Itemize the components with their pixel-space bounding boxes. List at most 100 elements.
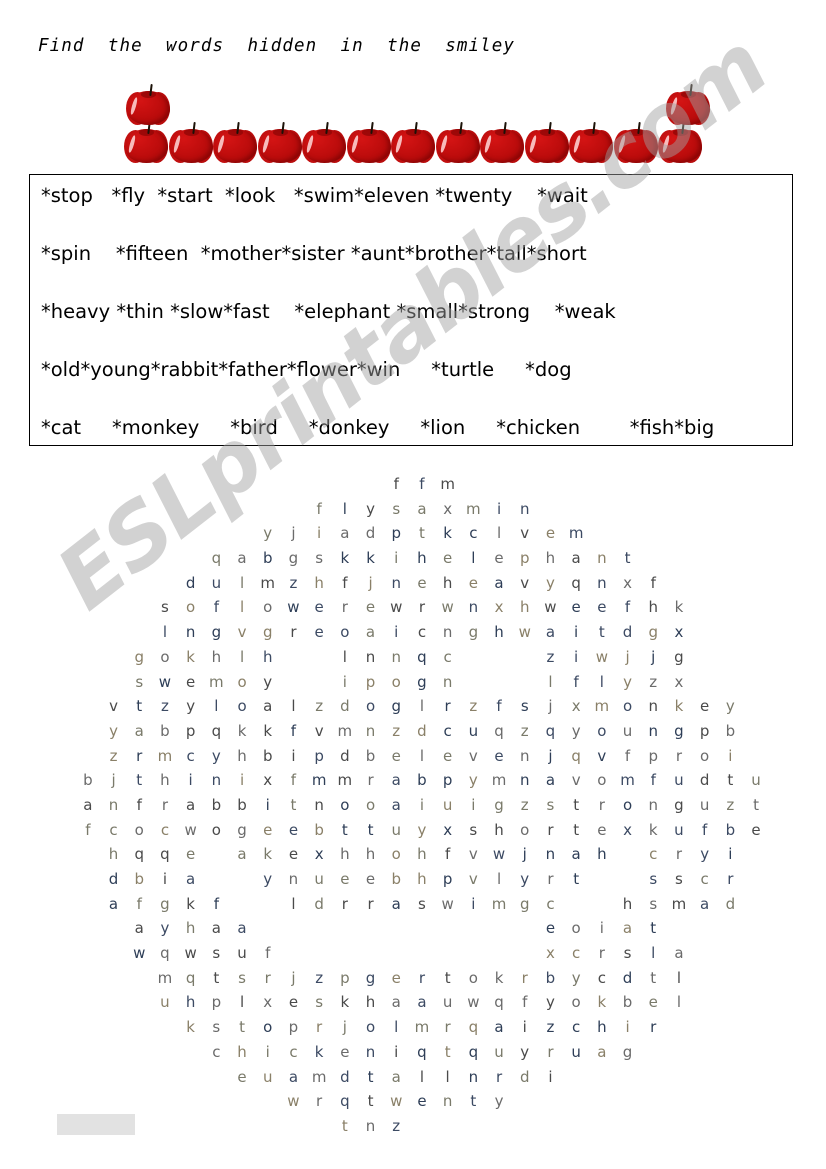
grid-letter: j bbox=[548, 746, 553, 765]
grid-row: hqqeakexhhohfvwjnahcryi bbox=[0, 844, 826, 869]
grid-letter: a bbox=[391, 771, 401, 790]
grid-letter: i bbox=[625, 1018, 630, 1037]
grid-letter: l bbox=[291, 697, 296, 716]
grid-letter: n bbox=[519, 771, 530, 790]
grid-letter: t bbox=[650, 919, 657, 938]
grid-row: wqwsufxcrsla bbox=[0, 943, 826, 968]
grid-letter: q bbox=[417, 1042, 427, 1061]
apple-icon bbox=[257, 121, 304, 164]
grid-letter: a bbox=[571, 845, 581, 864]
grid-letter: d bbox=[699, 771, 710, 790]
grid-letter: e bbox=[340, 1042, 350, 1061]
grid-letter: g bbox=[519, 894, 530, 913]
grid-letter: o bbox=[520, 820, 530, 839]
grid-letter: k bbox=[314, 1042, 324, 1061]
grid-letter: f bbox=[290, 721, 297, 740]
grid-letter: h bbox=[108, 845, 119, 864]
grid-letter: q bbox=[340, 1092, 350, 1111]
grid-letter: n bbox=[597, 549, 607, 568]
grid-letter: t bbox=[367, 820, 374, 839]
grid-row: uhplxeskhaauwqfyokbel bbox=[0, 992, 826, 1017]
grid-letter: o bbox=[365, 1018, 376, 1037]
grid-letter: z bbox=[392, 721, 401, 740]
grid-letter: f bbox=[136, 795, 142, 814]
grid-letter: f bbox=[702, 820, 708, 839]
grid-letter: a bbox=[674, 944, 684, 963]
grid-letter: k bbox=[237, 721, 247, 740]
grid-letter: l bbox=[419, 697, 425, 716]
grid-letter: d bbox=[417, 721, 427, 740]
grid-letter: i bbox=[239, 771, 245, 790]
grid-letter: e bbox=[494, 746, 504, 765]
grid-letter: y bbox=[366, 499, 375, 518]
grid-letter: f bbox=[290, 771, 297, 790]
grid-letter: m bbox=[466, 499, 481, 518]
grid-letter: e bbox=[545, 919, 556, 938]
grid-letter: r bbox=[598, 944, 605, 963]
grid-letter: v bbox=[468, 845, 478, 864]
grid-letter: w bbox=[133, 944, 146, 963]
grid-letter: i bbox=[471, 795, 476, 814]
grid-letter: o bbox=[340, 795, 350, 814]
grid-letter: r bbox=[521, 968, 528, 987]
grid-letter: f bbox=[213, 894, 219, 913]
grid-letter: w bbox=[184, 944, 197, 963]
grid-letter: m bbox=[157, 968, 173, 987]
grid-letter: r bbox=[547, 870, 554, 888]
grid-letter: g bbox=[262, 623, 273, 642]
grid-letter: f bbox=[213, 598, 219, 617]
grid-letter: t bbox=[727, 771, 734, 790]
grid-letter: h bbox=[442, 573, 453, 592]
grid-letter: t bbox=[136, 771, 143, 790]
grid-letter: y bbox=[160, 919, 170, 938]
grid-letter: k bbox=[340, 549, 350, 568]
grid-letter: i bbox=[394, 623, 399, 642]
apple-icon bbox=[213, 121, 259, 164]
grid-letter: n bbox=[288, 870, 299, 888]
grid-letter: o bbox=[365, 795, 376, 814]
grid-letter: b bbox=[725, 721, 736, 740]
grid-letter: k bbox=[674, 697, 684, 716]
grid-letter: c bbox=[700, 870, 709, 888]
word-list-line: *cat *monkey *bird *donkey *lion *chicke… bbox=[41, 416, 715, 439]
grid-letter: d bbox=[519, 1067, 530, 1086]
grid-letter: f bbox=[624, 746, 631, 765]
grid-letter: e bbox=[288, 993, 299, 1012]
grid-letter: n bbox=[442, 1092, 453, 1111]
grid-letter: t bbox=[470, 1092, 477, 1111]
grid-letter: u bbox=[571, 1042, 581, 1061]
grid-letter: z bbox=[649, 672, 658, 691]
grid-letter: o bbox=[597, 721, 607, 740]
grid-letter: n bbox=[211, 771, 222, 790]
grid-letter: x bbox=[623, 820, 632, 839]
grid-row: yj iadptkclvem bbox=[0, 523, 826, 548]
grid-letter: y bbox=[263, 870, 273, 888]
grid-letter: i bbox=[728, 746, 733, 765]
grid-letter: p bbox=[699, 721, 710, 740]
grid-letter: h bbox=[417, 870, 427, 888]
apple-icon bbox=[480, 121, 526, 164]
grid-letter: y bbox=[109, 721, 118, 740]
grid-letter: u bbox=[468, 721, 479, 740]
grid-letter: k bbox=[443, 524, 452, 543]
grid-letter: v bbox=[468, 746, 478, 765]
grid-letter: j bbox=[111, 771, 116, 790]
grid-letter: r bbox=[136, 746, 143, 765]
grid-row: bjthinixfmmrabpymnavomfudtu bbox=[0, 770, 826, 795]
grid-letter: k bbox=[366, 549, 375, 568]
grid-letter: t bbox=[444, 968, 451, 987]
grid-letter: v bbox=[597, 746, 607, 765]
grid-letter: b bbox=[417, 771, 427, 790]
grid-letter: t bbox=[367, 1067, 374, 1086]
grid-row: kstoprjolmrqaizchir bbox=[0, 1017, 826, 1042]
grid-letter: m bbox=[311, 1067, 327, 1086]
grid-letter: l bbox=[239, 598, 245, 617]
grid-letter: l bbox=[342, 499, 347, 518]
grid-letter: s bbox=[546, 795, 555, 814]
apple-icon bbox=[524, 121, 571, 164]
grid-letter: u bbox=[674, 820, 684, 839]
apple-icon bbox=[435, 121, 482, 164]
grid-letter: h bbox=[237, 1042, 247, 1061]
grid-letter: d bbox=[622, 968, 633, 987]
grid-letter: y bbox=[571, 721, 581, 740]
